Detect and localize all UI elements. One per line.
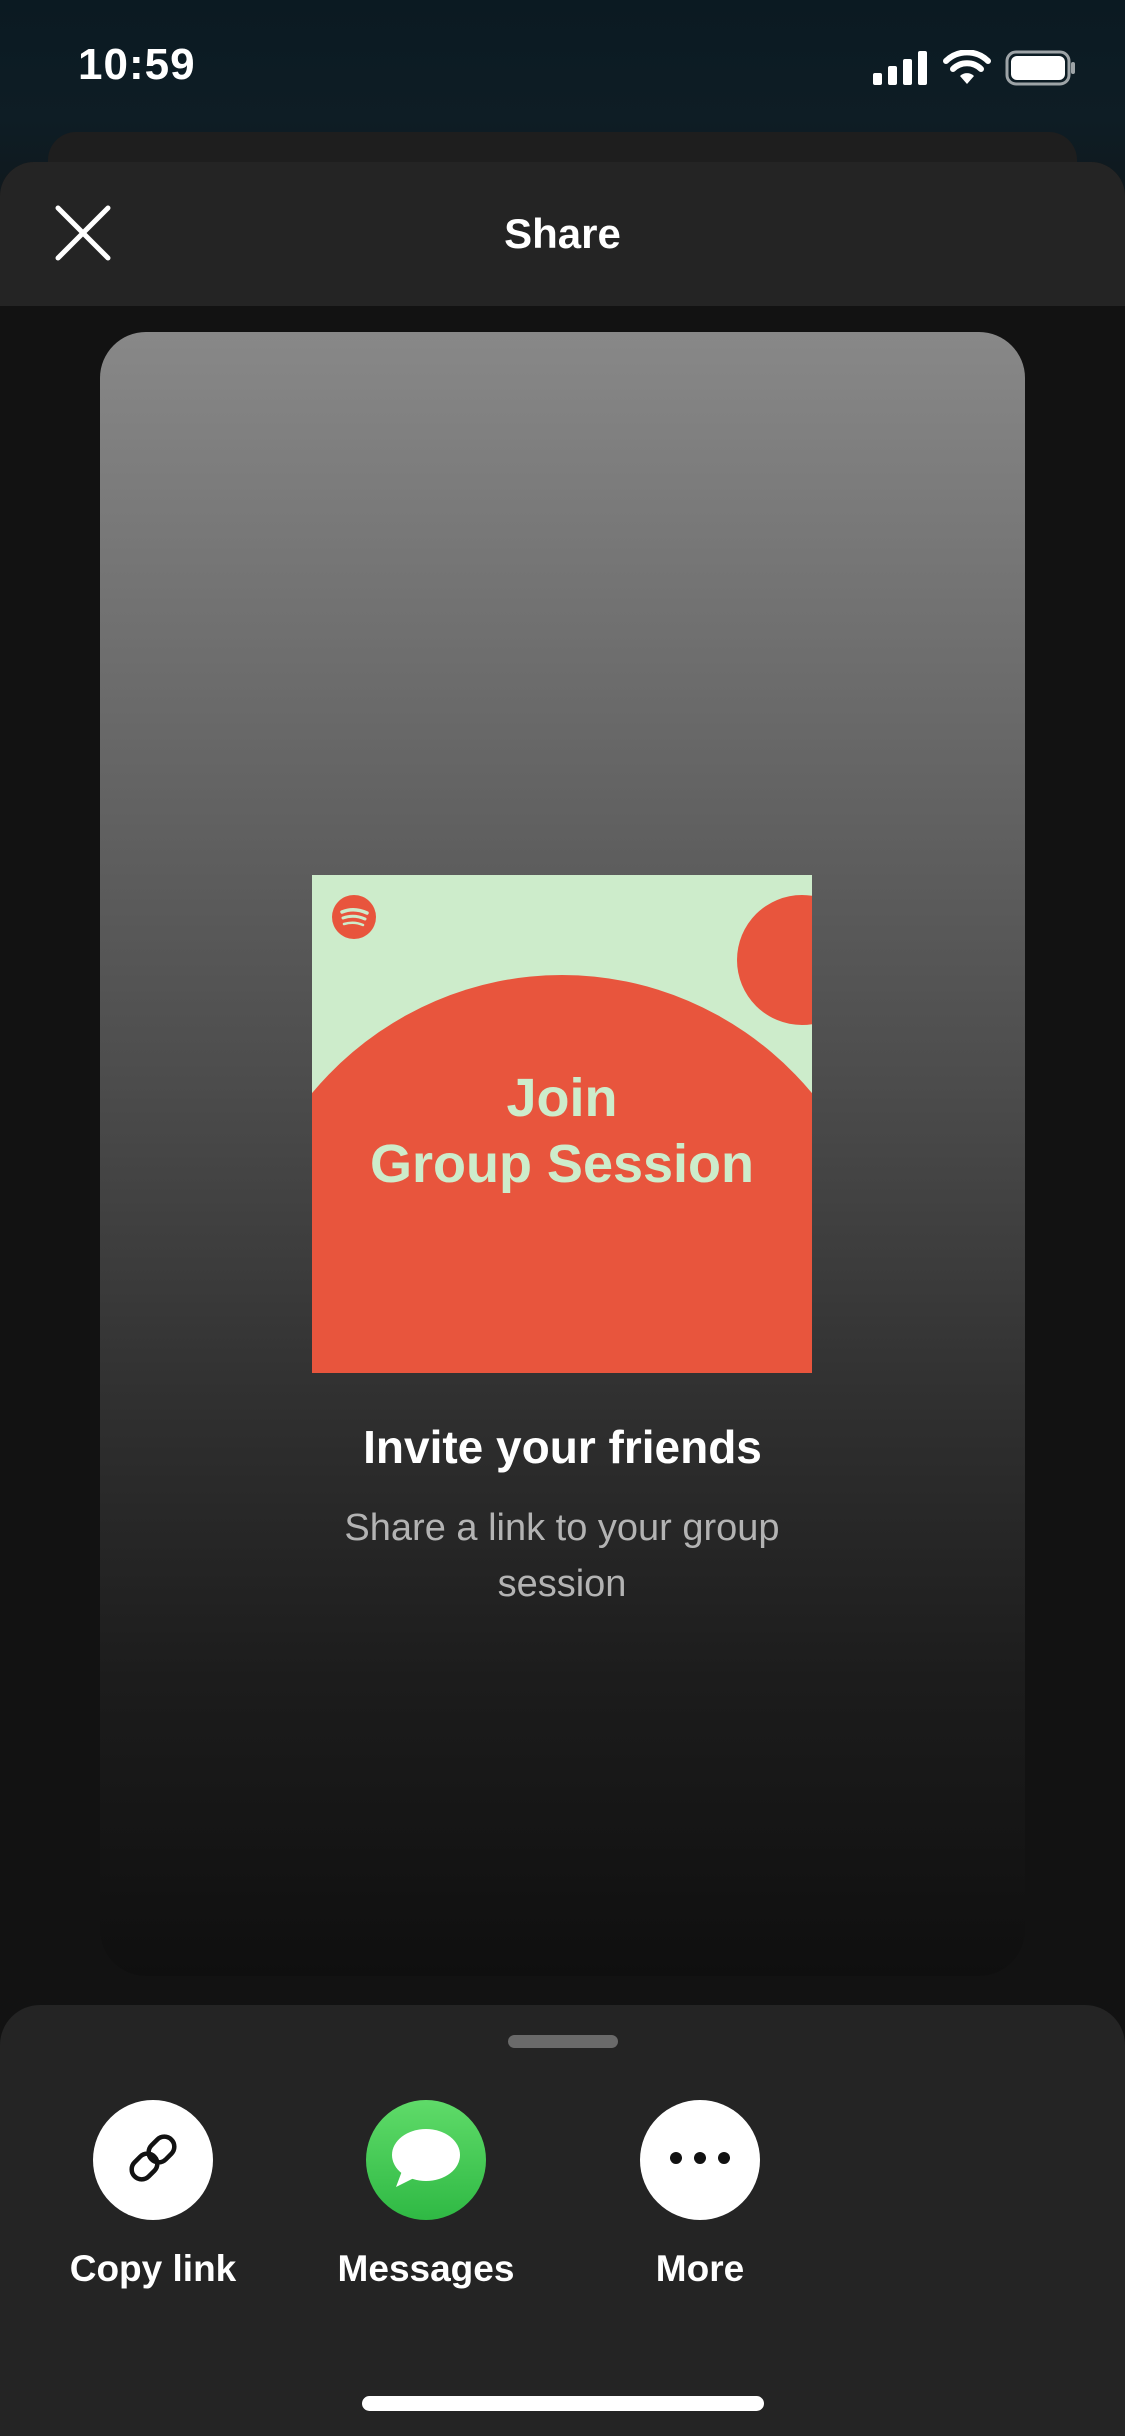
drag-handle[interactable]	[508, 2035, 618, 2048]
more-button[interactable]: More	[580, 2100, 820, 2300]
more-label: More	[655, 2248, 745, 2289]
share-preview-card: Join Group Session Invite your friends S…	[100, 332, 1025, 1976]
sheet-header: Share	[0, 162, 1125, 306]
close-icon	[54, 204, 112, 267]
share-screen: 10:59 Share Join Group Session Invite yo…	[0, 0, 1125, 2436]
link-icon	[121, 2126, 185, 2195]
status-time: 10:59	[78, 40, 196, 89]
invite-title: Invite your friends	[363, 1421, 762, 1473]
copy-link-button[interactable]: Copy link	[33, 2100, 273, 2300]
sheet-title: Share	[504, 210, 621, 257]
group-session-cover-art: Join Group Session	[312, 875, 812, 1373]
battery-icon	[1005, 50, 1077, 91]
copy-link-label: Copy link	[69, 2248, 237, 2289]
messages-icon	[386, 2123, 466, 2198]
close-button[interactable]	[50, 202, 116, 268]
share-options-tray: Copy link Messages More	[0, 2005, 1125, 2436]
signal-icon	[873, 50, 929, 90]
wifi-icon	[943, 48, 991, 91]
cover-text: Join Group Session	[312, 1065, 812, 1197]
messages-label: Messages	[337, 2248, 515, 2289]
cover-text-line2: Group Session	[369, 1134, 755, 1194]
status-bar: 10:59	[0, 0, 1125, 140]
copy-link-circle	[93, 2100, 213, 2220]
invite-subtitle: Share a link to your group session	[344, 1507, 780, 1605]
home-indicator	[362, 2396, 764, 2411]
more-icon	[668, 2150, 732, 2171]
messages-circle	[366, 2100, 486, 2220]
more-circle	[640, 2100, 760, 2220]
messages-button[interactable]: Messages	[306, 2100, 546, 2300]
status-icons	[873, 48, 1077, 91]
cover-text-line1: Join	[506, 1068, 618, 1128]
spotify-logo-icon	[332, 895, 376, 939]
